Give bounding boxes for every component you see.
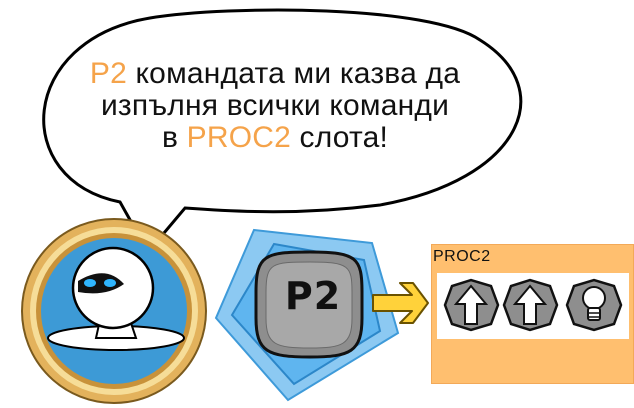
slot-1-arrow-up-icon[interactable] xyxy=(443,278,500,332)
slot-2-arrow-up-icon[interactable] xyxy=(502,278,559,332)
proc2-slot-icons xyxy=(443,278,623,332)
slot-3-lightbulb-icon[interactable] xyxy=(565,278,623,332)
